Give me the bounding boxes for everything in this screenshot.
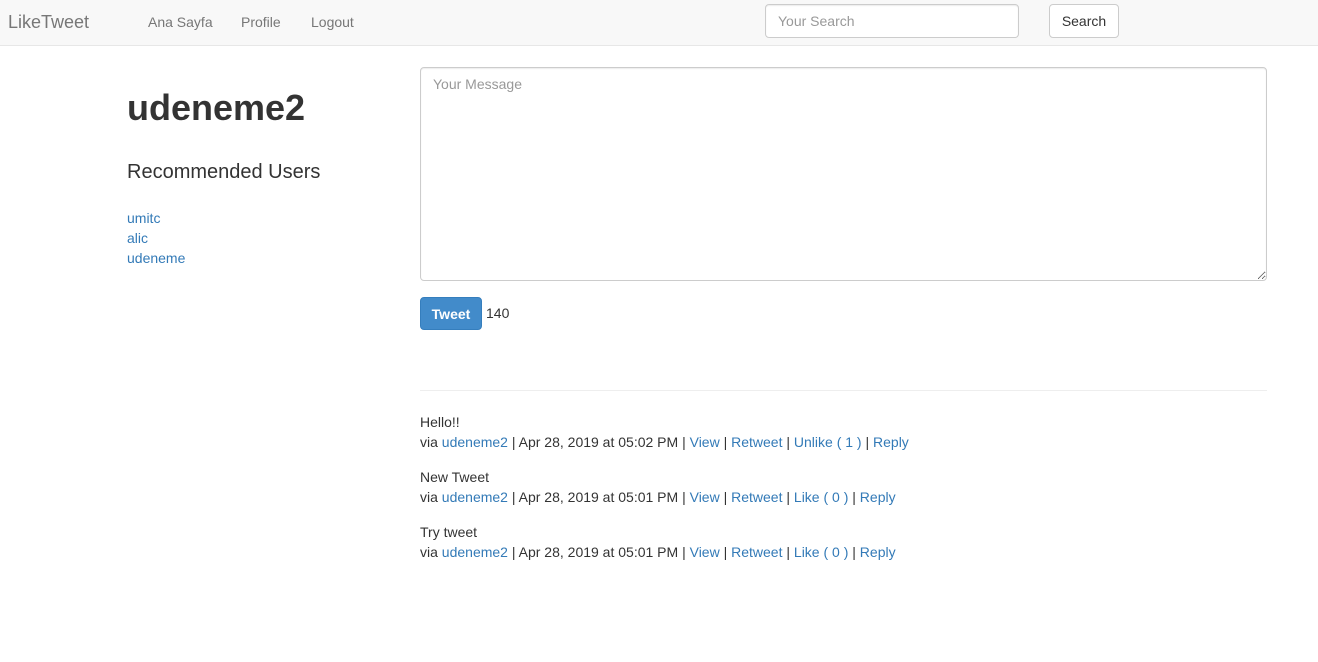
separator: | xyxy=(861,434,874,450)
nav-logout-link[interactable]: Logout xyxy=(311,14,354,30)
search-input[interactable] xyxy=(765,4,1019,38)
reply-link[interactable]: Reply xyxy=(873,434,909,450)
navbar: LikeTweet Ana Sayfa Profile Logout Searc… xyxy=(0,0,1318,46)
retweet-link[interactable]: Retweet xyxy=(731,434,782,450)
tweet-item: Try tweet via udeneme2 | Apr 28, 2019 at… xyxy=(420,522,1267,577)
tweet-meta: via udeneme2 | Apr 28, 2019 at 05:02 PM … xyxy=(420,432,1267,452)
tweet-date: Apr 28, 2019 at 05:02 PM xyxy=(518,434,679,450)
recommended-user-link[interactable]: umitc xyxy=(127,210,160,226)
brand-link[interactable]: LikeTweet xyxy=(8,12,89,33)
recommended-user-item: umitc xyxy=(127,208,185,228)
search-button[interactable]: Search xyxy=(1049,4,1119,38)
reply-link[interactable]: Reply xyxy=(860,544,896,560)
separator: | xyxy=(678,489,690,505)
separator: | xyxy=(507,544,519,560)
tweet-text: New Tweet xyxy=(420,469,489,485)
divider xyxy=(420,390,1267,391)
like-link[interactable]: Unlike ( 1 ) xyxy=(794,434,862,450)
separator: | xyxy=(848,544,860,560)
tweet-date: Apr 28, 2019 at 05:01 PM xyxy=(518,544,679,560)
via-label: via xyxy=(420,489,442,505)
recommended-users-title: Recommended Users xyxy=(127,161,321,183)
separator: | xyxy=(848,489,860,505)
tweet-meta: via udeneme2 | Apr 28, 2019 at 05:01 PM … xyxy=(420,487,1267,507)
recommended-user-link[interactable]: alic xyxy=(127,230,148,246)
separator: | xyxy=(782,544,794,560)
recommended-user-item: alic xyxy=(127,228,185,248)
separator: | xyxy=(507,489,519,505)
separator: | xyxy=(719,434,732,450)
separator: | xyxy=(719,489,732,505)
retweet-link[interactable]: Retweet xyxy=(731,489,782,505)
tweet-meta: via udeneme2 | Apr 28, 2019 at 05:01 PM … xyxy=(420,542,1267,562)
tweet-feed: Hello!! via udeneme2 | Apr 28, 2019 at 0… xyxy=(420,412,1267,577)
tweet-author-link[interactable]: udeneme2 xyxy=(442,434,508,450)
view-link[interactable]: View xyxy=(690,434,720,450)
tweet-item: New Tweet via udeneme2 | Apr 28, 2019 at… xyxy=(420,467,1267,522)
nav-home-link[interactable]: Ana Sayfa xyxy=(148,14,213,30)
tweet-author-link[interactable]: udeneme2 xyxy=(442,489,508,505)
tweet-date: Apr 28, 2019 at 05:01 PM xyxy=(518,489,679,505)
separator: | xyxy=(782,489,794,505)
separator: | xyxy=(678,434,690,450)
nav-profile-link[interactable]: Profile xyxy=(241,14,281,30)
separator: | xyxy=(507,434,519,450)
recommended-user-item: udeneme xyxy=(127,248,185,268)
message-textarea[interactable] xyxy=(420,67,1267,281)
tweet-item: Hello!! via udeneme2 | Apr 28, 2019 at 0… xyxy=(420,412,1267,467)
separator: | xyxy=(719,544,732,560)
recommended-user-link[interactable]: udeneme xyxy=(127,250,185,266)
via-label: via xyxy=(420,434,442,450)
view-link[interactable]: View xyxy=(690,544,720,560)
recommended-users-list: umitc alic udeneme xyxy=(127,208,185,268)
tweet-author-link[interactable]: udeneme2 xyxy=(442,544,508,560)
via-label: via xyxy=(420,544,442,560)
char-count: 140 xyxy=(486,305,510,321)
separator: | xyxy=(678,544,690,560)
view-link[interactable]: View xyxy=(690,489,720,505)
tweet-button[interactable]: Tweet xyxy=(420,297,482,330)
profile-username: udeneme2 xyxy=(127,87,306,128)
separator: | xyxy=(782,434,794,450)
like-link[interactable]: Like ( 0 ) xyxy=(794,544,848,560)
reply-link[interactable]: Reply xyxy=(860,489,896,505)
tweet-text: Hello!! xyxy=(420,414,460,430)
like-link[interactable]: Like ( 0 ) xyxy=(794,489,848,505)
retweet-link[interactable]: Retweet xyxy=(731,544,782,560)
tweet-text: Try tweet xyxy=(420,524,478,540)
